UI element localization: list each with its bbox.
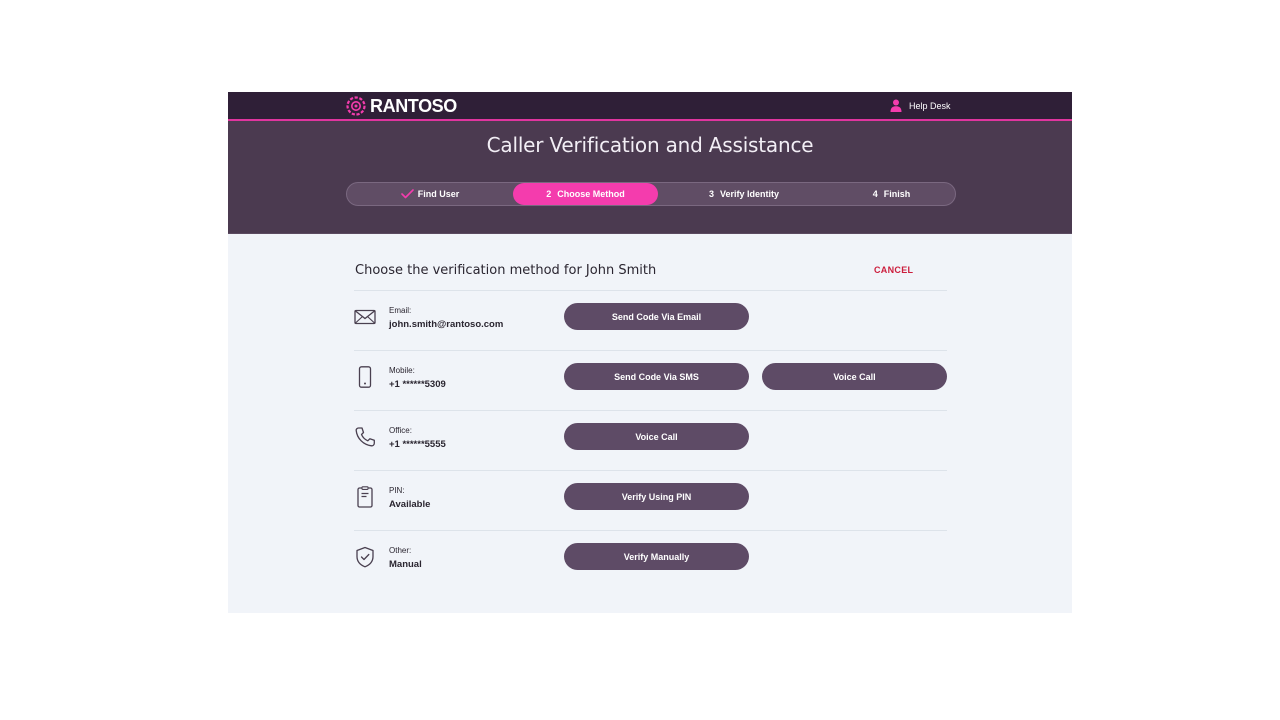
verification-app: RANTOSO Help Desk Caller Verification an… <box>228 92 1072 613</box>
method-label: Office: <box>389 426 412 435</box>
method-row-other: Other: Manual Verify Manually <box>354 531 947 591</box>
method-value: +1 ******5555 <box>389 439 446 450</box>
step-number: 2 <box>546 189 552 199</box>
check-icon <box>400 189 414 199</box>
user-menu[interactable]: Help Desk <box>890 97 951 114</box>
method-value: Available <box>389 499 431 510</box>
user-icon <box>890 99 902 112</box>
shield-check-icon <box>356 546 374 568</box>
method-label: Email: <box>389 306 412 315</box>
envelope-icon <box>354 309 376 325</box>
method-row-pin: PIN: Available Verify Using PIN <box>354 471 947 531</box>
method-label: Other: <box>389 546 412 555</box>
brand-logo[interactable]: RANTOSO <box>346 94 457 118</box>
step-number: 3 <box>708 189 714 199</box>
method-row-office: Office: +1 ******5555 Voice Call <box>354 411 947 471</box>
method-value: john.smith@rantoso.com <box>389 319 504 330</box>
verify-pin-button[interactable]: Verify Using PIN <box>564 483 749 510</box>
step-verify-identity[interactable]: 3 Verify Identity <box>658 183 830 205</box>
method-panel: Choose the verification method for John … <box>228 234 1072 613</box>
mobile-voice-call-button[interactable]: Voice Call <box>762 363 947 390</box>
step-finish[interactable]: 4 Finish <box>830 183 953 205</box>
rantoso-logo-icon <box>346 96 366 116</box>
method-label: Mobile: <box>389 366 415 375</box>
method-row-mobile: Mobile: +1 ******5309 Send Code Via SMS … <box>354 351 947 411</box>
step-find-user[interactable]: Find User <box>347 183 513 205</box>
method-value: Manual <box>389 559 422 570</box>
step-label: Choose Method <box>557 189 625 199</box>
method-value: +1 ******5309 <box>389 379 446 390</box>
top-bar: RANTOSO Help Desk <box>228 92 1072 121</box>
verify-manually-button[interactable]: Verify Manually <box>564 543 749 570</box>
step-number: 4 <box>872 189 878 199</box>
method-row-email: Email: john.smith@rantoso.com Send Code … <box>354 291 947 351</box>
method-label: PIN: <box>389 486 405 495</box>
send-code-sms-button[interactable]: Send Code Via SMS <box>564 363 749 390</box>
user-menu-label: Help Desk <box>909 100 951 111</box>
progress-stepper: Find User 2 Choose Method 3 Verify Ident… <box>346 182 956 206</box>
phone-handset-icon <box>355 427 375 447</box>
step-label: Find User <box>417 189 460 199</box>
page-title: Caller Verification and Assistance <box>486 133 814 157</box>
office-voice-call-button[interactable]: Voice Call <box>564 423 749 450</box>
step-choose-method[interactable]: 2 Choose Method <box>513 183 658 205</box>
pin-card-icon <box>357 486 373 508</box>
step-label: Finish <box>883 189 911 199</box>
brand-name: RANTOSO <box>370 95 457 116</box>
send-code-email-button[interactable]: Send Code Via Email <box>564 303 749 330</box>
method-prompt: Choose the verification method for John … <box>355 263 657 278</box>
mobile-phone-icon <box>358 366 372 388</box>
cancel-button[interactable]: CANCEL <box>874 265 913 275</box>
step-label: Verify Identity <box>719 189 780 199</box>
header-panel: Caller Verification and Assistance Find … <box>228 121 1072 234</box>
